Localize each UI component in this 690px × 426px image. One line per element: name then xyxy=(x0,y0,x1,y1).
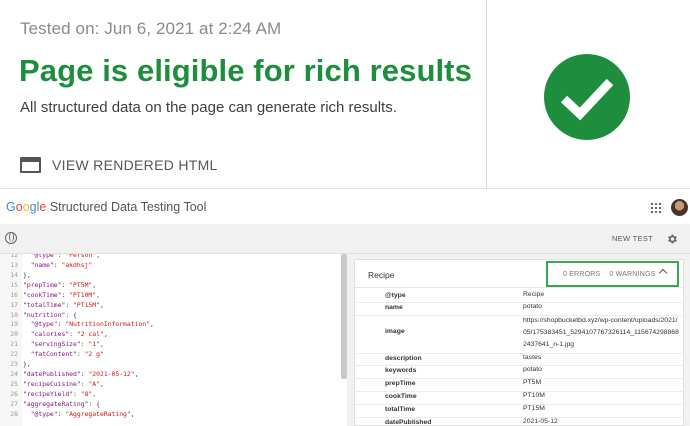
result-row: datePublished 2021-05-12 xyxy=(355,417,685,426)
result-value: 2021-05-12 xyxy=(523,418,558,425)
warnings-count: 0 WARNINGS xyxy=(609,271,656,278)
line-number: 17 xyxy=(10,300,18,309)
code-line: 28 "@type": "AggregateRating", xyxy=(0,410,340,419)
result-key: description xyxy=(385,355,422,362)
tool-name: Structured Data Testing Tool xyxy=(49,200,207,214)
result-value: potato xyxy=(523,303,542,310)
result-key: cookTime xyxy=(385,393,417,400)
line-number: 15 xyxy=(10,280,18,289)
code-line: 26 "recipeYield": "8", xyxy=(0,390,340,399)
result-row: image https://shopbucketbd.xyz/wp-content… xyxy=(355,315,685,353)
result-key: datePublished xyxy=(385,419,432,426)
result-value: https://shopbucketbd.xyz/wp-content/uplo… xyxy=(523,317,679,348)
line-number: 13 xyxy=(10,260,18,269)
code-line: 16 "cookTime": "PT10M", xyxy=(0,291,340,300)
code-line: 17 "totalTime": "PT15M", xyxy=(0,301,340,310)
divider xyxy=(486,0,487,188)
code-line: 13 "name": "akdhsj" xyxy=(0,261,340,270)
result-value: PT5M xyxy=(523,379,542,386)
code-line: 22 "fatContent": "2 g" xyxy=(0,350,340,359)
code-line: 15 "prepTime": "PT5M", xyxy=(0,281,340,290)
avatar[interactable] xyxy=(671,199,688,216)
line-number: 25 xyxy=(10,380,18,389)
line-number: 26 xyxy=(10,390,18,399)
line-number: 23 xyxy=(10,360,18,369)
line-number: 24 xyxy=(10,370,18,379)
code-line: 23}, xyxy=(0,360,340,369)
line-number: 19 xyxy=(10,320,18,329)
rich-results-summary: Tested on: Jun 6, 2021 at 2:24 AM Page i… xyxy=(0,0,690,188)
result-value: potato xyxy=(523,366,542,373)
tested-on-text: Tested on: Jun 6, 2021 at 2:24 AM xyxy=(20,19,282,38)
result-value: PT15M xyxy=(523,405,545,412)
result-key: name xyxy=(385,304,403,311)
view-rendered-html-button[interactable]: VIEW RENDERED HTML xyxy=(20,152,218,178)
line-number: 27 xyxy=(10,400,18,409)
line-number: 18 xyxy=(10,310,18,319)
code-line: 27 "aggregateRating": { xyxy=(0,400,340,409)
line-number: 28 xyxy=(10,410,18,418)
errors-count: 0 ERRORS xyxy=(563,271,601,278)
result-key: totalTime xyxy=(385,406,416,413)
result-key: prepTime xyxy=(385,380,416,387)
globe-icon[interactable] xyxy=(5,232,17,244)
line-number: 16 xyxy=(10,290,18,299)
gear-icon[interactable] xyxy=(666,233,678,245)
code-line: 25 "recipeCuisine": "A", xyxy=(0,380,340,389)
browser-window-icon xyxy=(20,157,41,173)
code-line: 14}, xyxy=(0,271,340,280)
code-line: 19 "@type": "NutritionInformation", xyxy=(0,320,340,329)
result-value: tastes xyxy=(523,354,542,361)
code-line: 18 "nutrition": { xyxy=(0,311,340,320)
result-key: image xyxy=(385,328,405,335)
chevron-up-icon[interactable] xyxy=(658,268,668,278)
line-number: 20 xyxy=(10,330,18,339)
recipe-card-header[interactable]: Recipe 0 ERRORS 0 WARNINGS xyxy=(355,260,685,288)
code-line: 21 "servingSize": "1", xyxy=(0,340,340,349)
result-key: keywords xyxy=(385,367,417,374)
view-rendered-html-label: VIEW RENDERED HTML xyxy=(52,157,218,173)
eligibility-subtitle: All structured data on the page can gene… xyxy=(20,99,397,116)
new-test-button[interactable]: NEW TEST xyxy=(612,234,653,243)
result-row: name potato xyxy=(355,302,685,315)
errors-warnings-summary[interactable]: 0 ERRORS 0 WARNINGS xyxy=(546,261,679,287)
eligibility-title: Page is eligible for rich results xyxy=(19,53,472,88)
line-number: 14 xyxy=(10,270,18,279)
recipe-result-card: Recipe 0 ERRORS 0 WARNINGS @type Recipe nam… xyxy=(354,259,685,426)
line-number: 21 xyxy=(10,340,18,349)
code-line: 20 "calories": "2 cal", xyxy=(0,330,340,339)
line-number: 12 xyxy=(10,254,18,259)
results-panel: Recipe 0 ERRORS 0 WARNINGS @type Recipe nam… xyxy=(347,254,690,426)
toolbar: NEW TEST xyxy=(0,224,690,254)
tool-header: Google Structured Data Testing Tool xyxy=(0,188,690,224)
code-line: 24 "datePublished": "2021-05-12", xyxy=(0,370,340,379)
apps-grid-icon[interactable] xyxy=(651,203,661,213)
code-line: 12 "@type": "Person", xyxy=(0,254,340,260)
result-value: Recipe xyxy=(523,291,545,298)
check-circle-icon xyxy=(544,54,630,140)
tool-logo[interactable]: Google Structured Data Testing Tool xyxy=(6,200,206,214)
result-value: PT10M xyxy=(523,392,545,399)
code-editor[interactable]: 12 "@type": "Person", 13 "name": "akdhsj"… xyxy=(0,254,347,426)
item-type-label: Recipe xyxy=(368,270,395,280)
line-number: 22 xyxy=(10,350,18,359)
result-key: @type xyxy=(385,292,406,299)
